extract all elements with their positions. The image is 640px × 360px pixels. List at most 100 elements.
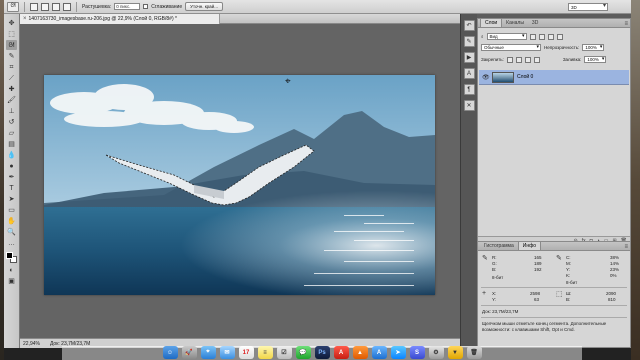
layer-filter-row: ⌕ Вид xyxy=(481,33,563,40)
panel-menu-icon[interactable]: ≡ xyxy=(624,21,630,27)
refine-edge-button[interactable]: Уточн. край... xyxy=(185,2,223,11)
character-icon[interactable]: A xyxy=(463,68,475,79)
vlc-icon[interactable]: ▲ xyxy=(352,346,368,359)
add-to-selection-button[interactable] xyxy=(41,2,49,11)
crop-icon[interactable]: ⌗ xyxy=(6,62,17,72)
info-m-label: M: xyxy=(566,261,571,266)
zoom-level[interactable]: 22,94% xyxy=(23,341,40,347)
quick-select-icon[interactable]: ✎ xyxy=(6,51,17,61)
downloads-folder-icon[interactable]: ▼ xyxy=(447,346,463,359)
info-panel: Гистограмма Инфо ≡ ✎ R: G: B: 165 189 19… xyxy=(477,241,631,348)
lock-all-icon[interactable] xyxy=(533,56,540,63)
layer-name[interactable]: Слой 0 xyxy=(517,74,533,80)
lock-transparent-icon[interactable] xyxy=(506,56,513,63)
tab-histogram[interactable]: Гистограмма xyxy=(480,242,518,250)
layers-panel-tabs: Слои Каналы 3D ≡ xyxy=(478,18,630,28)
layer-filter-select[interactable]: Вид xyxy=(486,33,527,40)
panel-menu-icon[interactable]: ≡ xyxy=(624,244,630,250)
pen-icon[interactable]: ✒ xyxy=(6,172,17,182)
workspace-select[interactable]: 3D xyxy=(568,3,608,11)
paragraph-icon[interactable]: ¶ xyxy=(463,84,475,95)
quick-mask-icon[interactable]: ◐ xyxy=(6,265,17,275)
lasso-icon[interactable]: ᘛ xyxy=(6,40,17,50)
info-separator xyxy=(481,305,627,306)
filter-pixel-icon[interactable] xyxy=(529,33,536,40)
launchpad-icon[interactable]: 🚀 xyxy=(181,346,197,359)
move-icon[interactable]: ✥ xyxy=(6,18,17,28)
mail-icon[interactable]: ✉ xyxy=(219,346,235,359)
tab-info[interactable]: Инфо xyxy=(517,241,542,250)
opacity-input[interactable]: 100% xyxy=(582,44,605,51)
healing-icon[interactable]: ✚ xyxy=(6,84,17,94)
info-body: ✎ R: G: B: 165 189 192 8-бит ✎ C: M: Y: … xyxy=(478,251,630,349)
finder-icon[interactable]: ☺ xyxy=(162,346,178,359)
app-store-icon[interactable]: A xyxy=(371,346,387,359)
screen-mode-icon[interactable]: ▣ xyxy=(6,276,17,286)
lasso-tool-preset-button[interactable]: ᘛ xyxy=(7,1,19,12)
tab-3d[interactable]: 3D xyxy=(528,19,542,27)
blur-icon[interactable]: 💧 xyxy=(6,150,17,160)
filter-shape-icon[interactable] xyxy=(556,33,563,40)
layer-row[interactable]: 👁 Слой 0 xyxy=(479,70,629,85)
tab-channels[interactable]: Каналы xyxy=(502,19,528,27)
safari-icon[interactable]: ⌖ xyxy=(200,346,216,359)
dodge-icon[interactable]: ● xyxy=(6,161,17,171)
skype-icon[interactable]: S xyxy=(409,346,425,359)
search-icon: ⌕ xyxy=(481,34,484,39)
new-selection-button[interactable] xyxy=(30,2,38,11)
stamp-icon[interactable]: ⊥ xyxy=(6,106,17,116)
telegram-icon[interactable]: ➤ xyxy=(390,346,406,359)
brush-presets-icon[interactable]: ✎ xyxy=(463,36,475,47)
foreground-color-swatch[interactable] xyxy=(5,252,13,259)
eraser-icon[interactable]: ▱ xyxy=(6,128,17,138)
shape-icon[interactable]: ▭ xyxy=(6,205,17,215)
path-select-icon[interactable]: ➤ xyxy=(6,194,17,204)
photoshop-icon[interactable]: Ps xyxy=(314,346,330,359)
hand-icon[interactable]: ✋ xyxy=(6,216,17,226)
intersect-selection-button[interactable] xyxy=(63,2,71,11)
info-h-label: В: xyxy=(566,297,571,302)
type-icon[interactable]: T xyxy=(6,183,17,193)
fill-input[interactable]: 100% xyxy=(584,56,607,63)
info-x-label: X: xyxy=(492,291,497,296)
document-tab[interactable]: × 1407163730_imagesbase.ru-206.jpg @ 22,… xyxy=(20,14,220,24)
subtract-from-selection-button[interactable] xyxy=(52,2,60,11)
image-canvas[interactable] xyxy=(44,75,435,295)
info-c-label: C: xyxy=(566,255,571,260)
acrobat-icon[interactable]: A xyxy=(333,346,349,359)
layers-panel: Слои Каналы 3D ≡ ⌕ Вид Обычные Непрозрач… xyxy=(477,18,631,245)
lock-row: Закрепить: Заливка: 100% xyxy=(481,56,607,63)
system-preferences-icon[interactable]: ⚙ xyxy=(428,346,444,359)
lock-pixels-icon[interactable] xyxy=(515,56,522,63)
eye-icon[interactable]: 👁 xyxy=(482,74,490,81)
marquee-icon[interactable]: ⬚ xyxy=(6,29,17,39)
tool-presets-icon[interactable]: ✕ xyxy=(463,100,475,111)
notes-icon[interactable]: ≡ xyxy=(257,346,273,359)
calendar-icon[interactable]: 17 xyxy=(238,346,254,359)
antialias-checkbox[interactable] xyxy=(143,4,149,9)
trash-icon[interactable]: 🗑 xyxy=(466,346,482,359)
lock-position-icon[interactable] xyxy=(524,56,531,63)
brush-icon[interactable]: 🖌 xyxy=(6,95,17,105)
actions-icon[interactable]: ▶ xyxy=(463,52,475,63)
gradient-icon[interactable]: ▤ xyxy=(6,139,17,149)
eyedropper-icon[interactable]: ⟋ xyxy=(6,73,17,83)
info-r-label: R: xyxy=(492,255,497,260)
feather-input[interactable]: 0 пикс. xyxy=(114,3,141,10)
filter-adjustment-icon[interactable] xyxy=(538,33,545,40)
close-icon[interactable]: × xyxy=(23,16,27,22)
more-tools-icon[interactable]: … xyxy=(6,238,17,248)
history-icon[interactable]: ↶ xyxy=(463,20,475,31)
color-swatches[interactable] xyxy=(5,252,18,264)
messages-icon[interactable]: 💬 xyxy=(295,346,311,359)
info-g-label: G: xyxy=(492,261,497,266)
reminders-icon[interactable]: ☑ xyxy=(276,346,292,359)
filter-type-icon[interactable] xyxy=(547,33,554,40)
history-brush-icon[interactable]: ↺ xyxy=(6,117,17,127)
info-bit-right: 8-бит xyxy=(566,280,578,285)
fill-label: Заливка: xyxy=(562,57,582,62)
tab-layers[interactable]: Слои xyxy=(480,18,503,27)
blend-mode-select[interactable]: Обычные xyxy=(481,44,541,51)
zoom-icon[interactable]: 🔍 xyxy=(6,227,17,237)
info-doc-size: Док: 23,7M/23,7M xyxy=(482,309,519,314)
